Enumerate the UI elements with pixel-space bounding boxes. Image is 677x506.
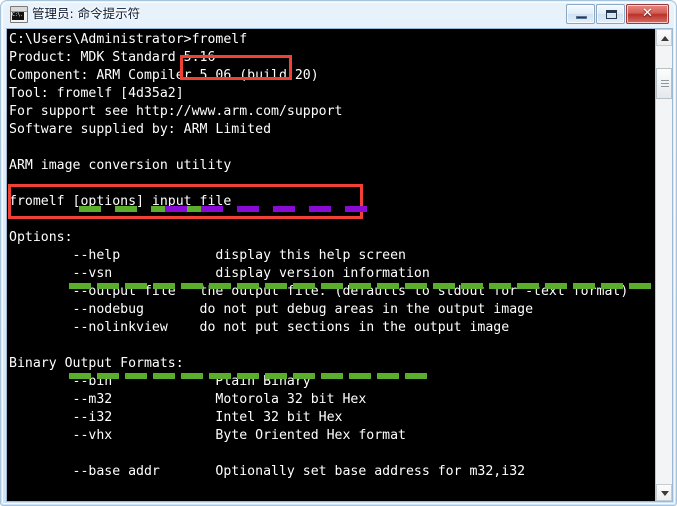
input-file-underline — [345, 206, 367, 212]
bin-underline — [405, 373, 427, 379]
console-line: Component: ARM Compiler 5.06 (build 20) — [9, 68, 319, 83]
bin-underline — [293, 373, 315, 379]
scroll-down-button[interactable] — [656, 484, 672, 501]
bin-underline — [349, 373, 371, 379]
input-file-underline — [309, 206, 331, 212]
bin-underline — [69, 373, 91, 379]
output-file-underline — [545, 283, 567, 289]
output-file-underline — [433, 283, 455, 289]
bin-underline — [265, 373, 287, 379]
restore-icon — [606, 10, 617, 19]
output-file-underline — [405, 283, 427, 289]
console-line: --base addr Optionally set base address … — [9, 464, 526, 479]
bin-underline — [237, 373, 259, 379]
output-file-underline — [209, 283, 231, 289]
input-file-underline — [237, 206, 259, 212]
output-file-underline — [489, 283, 511, 289]
output-file-underline — [153, 283, 175, 289]
console-icon — [10, 6, 28, 23]
scrollbar-thumb[interactable] — [656, 68, 672, 99]
bin-underline — [153, 373, 175, 379]
output-file-underline — [69, 283, 91, 289]
console-line: --vhx Byte Oriented Hex format — [9, 428, 406, 443]
minimize-icon — [576, 16, 587, 19]
console-line: Binary Output Formats: — [9, 356, 184, 371]
close-icon: ✕ — [642, 6, 653, 21]
console-line: --help display this help screen — [9, 248, 406, 263]
bin-underline — [209, 373, 231, 379]
console-line: Options: — [9, 230, 73, 245]
chevron-up-icon — [661, 36, 669, 41]
console-line: Tool: fromelf [4d35a2] — [9, 86, 184, 101]
maximize-button[interactable] — [596, 4, 625, 24]
input-file-underline — [273, 206, 295, 212]
output-file-underline — [97, 283, 119, 289]
console-line: --i32 Intel 32 bit Hex — [9, 410, 343, 425]
output-file-underline — [601, 283, 623, 289]
output-file-underline — [349, 283, 371, 289]
output-file-underline — [573, 283, 595, 289]
bin-underline — [97, 373, 119, 379]
console-line: Output Formats Requiring Debug Informati… — [9, 499, 628, 501]
console-window: 管理员: 命令提示符 ✕ C:\Users\Administrator>from… — [0, 0, 677, 506]
bin-underline — [377, 373, 399, 379]
console-line: Software supplied by: ARM Limited — [9, 122, 272, 137]
window-title: 管理员: 命令提示符 — [32, 6, 141, 21]
output-file-underline — [321, 283, 343, 289]
bin-underline — [125, 373, 147, 379]
scrollbar-track[interactable] — [656, 46, 672, 484]
title-bar[interactable]: 管理员: 命令提示符 ✕ — [1, 1, 677, 28]
minimize-button[interactable] — [566, 4, 595, 24]
console-line: --vsn display version information — [9, 266, 430, 281]
output-file-underline — [237, 283, 259, 289]
console-client-area: C:\Users\Administrator>fromelf Product: M… — [6, 28, 673, 502]
output-file-underline — [265, 283, 287, 289]
options-underline — [115, 206, 137, 212]
output-file-underline — [377, 283, 399, 289]
output-file-underline — [461, 283, 483, 289]
close-button[interactable]: ✕ — [626, 4, 669, 24]
grip-icon — [661, 80, 669, 87]
console-line: C:\Users\Administrator>fromelf — [9, 32, 248, 47]
console-text-lines: C:\Users\Administrator>fromelf Product: M… — [9, 31, 628, 501]
scroll-up-button[interactable] — [656, 29, 672, 46]
chevron-down-icon — [661, 491, 669, 496]
output-file-underline — [125, 283, 147, 289]
options-underline — [79, 206, 101, 212]
console-line: ARM image conversion utility — [9, 158, 232, 173]
bin-underline — [181, 373, 203, 379]
vertical-scrollbar[interactable] — [655, 29, 672, 501]
input-file-underline — [201, 206, 223, 212]
console-line: --m32 Motorola 32 bit Hex — [9, 392, 367, 407]
output-file-underline — [181, 283, 203, 289]
console-output[interactable]: C:\Users\Administrator>fromelf Product: M… — [7, 29, 655, 501]
console-line: --nolinkview do not put sections in the … — [9, 320, 510, 335]
bin-underline — [321, 373, 343, 379]
console-line: Product: MDK Standard 5.16 — [9, 50, 216, 65]
console-line: --nodebug do not put debug areas in the … — [9, 302, 534, 317]
input-file-underline — [165, 206, 187, 212]
output-file-underline — [293, 283, 315, 289]
console-line: For support see http://www.arm.com/suppo… — [9, 104, 343, 119]
output-file-underline — [517, 283, 539, 289]
output-file-underline — [629, 283, 651, 289]
